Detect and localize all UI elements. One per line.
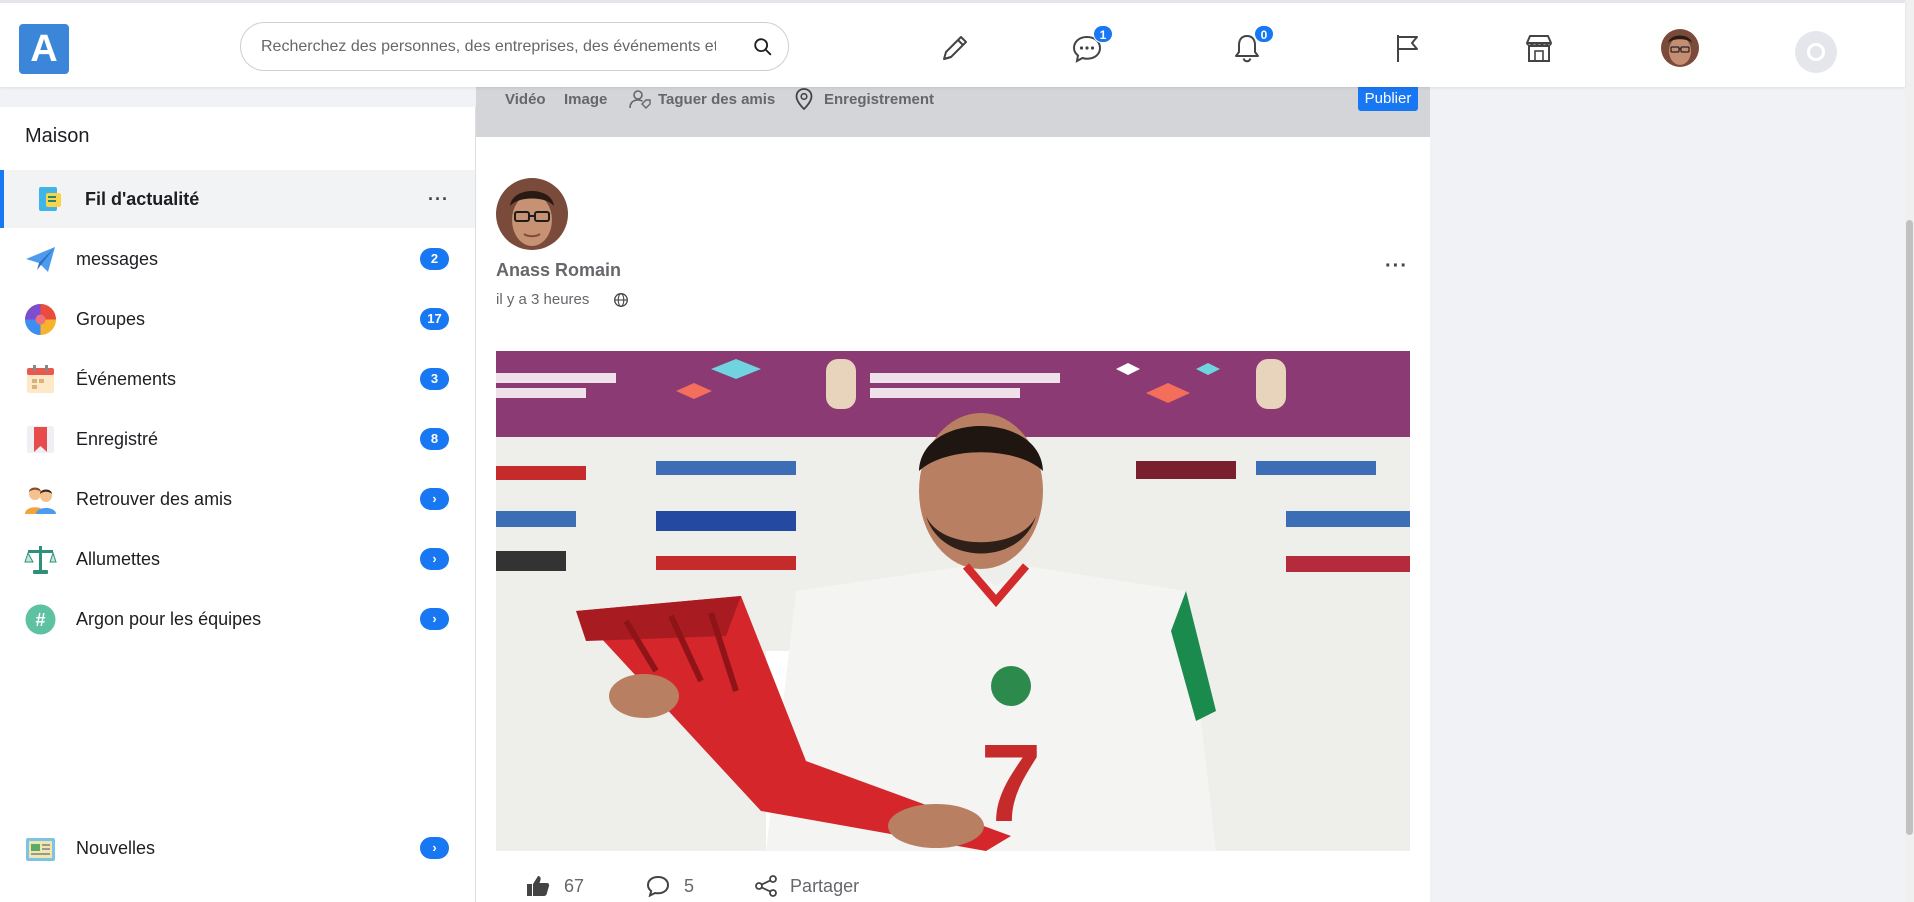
sidebar-title: Maison xyxy=(25,125,90,147)
messages-count-badge: 1 xyxy=(1093,25,1113,43)
groups-icon xyxy=(24,303,57,336)
pencil-icon[interactable] xyxy=(938,31,972,65)
app-logo[interactable]: A xyxy=(19,24,69,74)
search-bar[interactable] xyxy=(240,22,789,71)
comment-icon xyxy=(647,875,670,897)
sidebar-item-label: Retrouver des amis xyxy=(76,488,233,509)
like-button[interactable]: 67 xyxy=(526,875,584,897)
comment-button[interactable]: 5 xyxy=(646,875,694,897)
post-author-name[interactable]: Anass Romain xyxy=(496,260,621,281)
sidebar-item-badge: 17 xyxy=(420,308,449,330)
tag-user-icon xyxy=(629,90,651,109)
scrollbar-thumb[interactable] xyxy=(1906,220,1913,835)
globe-icon xyxy=(614,293,628,307)
page-scrollbar[interactable] xyxy=(1905,0,1914,902)
composer-image-option[interactable]: Image xyxy=(564,88,607,110)
sidebar-item-arrow-badge[interactable]: › xyxy=(420,837,449,859)
sidebar-item-label: Argon pour les équipes xyxy=(76,608,262,629)
sidebar-item-news[interactable]: Nouvelles › xyxy=(0,819,475,877)
comment-count: 5 xyxy=(684,875,695,896)
composer-tag-friends-label: Taguer des amis xyxy=(658,90,776,108)
composer-image-label: Image xyxy=(564,90,608,108)
profile-avatar[interactable] xyxy=(1661,29,1699,67)
sidebar-item-badge: 3 xyxy=(420,368,449,390)
post-author-avatar[interactable] xyxy=(496,178,568,250)
feed-post: Anass Romain il y a 3 heures ··· 7 67 5 … xyxy=(476,137,1430,902)
sidebar-item-badge: 8 xyxy=(420,428,449,450)
publish-button[interactable]: Publier xyxy=(1358,85,1418,111)
sidebar-item-arrow-badge[interactable]: › xyxy=(420,548,449,570)
newspaper-icon xyxy=(24,832,57,865)
post-actions-bar: 67 5 Partager xyxy=(526,875,859,897)
sidebar-item-events[interactable]: Événements 3 xyxy=(0,350,475,408)
sidebar-item-label: Fil d'actualité xyxy=(85,188,200,209)
news-feed-icon xyxy=(32,183,65,216)
sidebar-item-messages[interactable]: messages 2 xyxy=(0,230,475,288)
friends-icon xyxy=(24,483,57,516)
composer-tag-friends-option[interactable]: Taguer des amis xyxy=(628,85,775,113)
sidebar-item-saved[interactable]: Enregistré 8 xyxy=(0,410,475,468)
like-count: 67 xyxy=(564,875,585,896)
sidebar-item-menu-dots[interactable]: ··· xyxy=(428,189,449,210)
bookmark-icon xyxy=(24,423,57,456)
svg-text:#: # xyxy=(35,610,45,630)
post-photo-image: 7 xyxy=(496,351,1410,851)
author-avatar-image xyxy=(496,178,568,250)
share-button[interactable]: Partager xyxy=(754,875,859,897)
search-icon[interactable] xyxy=(752,36,774,58)
user-avatar-image xyxy=(1661,29,1699,67)
sidebar-item-arrow-badge[interactable]: › xyxy=(420,488,449,510)
gear-icon xyxy=(1807,43,1825,61)
sidebar-item-badge: 2 xyxy=(420,248,449,270)
sidebar-item-label: Groupes xyxy=(76,308,146,329)
sidebar-item-teams[interactable]: # Argon pour les équipes › xyxy=(0,590,475,648)
flag-icon[interactable] xyxy=(1390,31,1424,65)
calendar-icon xyxy=(24,363,57,396)
share-label: Partager xyxy=(790,875,860,896)
post-menu-button[interactable]: ··· xyxy=(1385,255,1408,278)
sidebar-item-matches[interactable]: Allumettes › xyxy=(0,530,475,588)
composer-video-label: Vidéo xyxy=(505,90,546,108)
search-input[interactable] xyxy=(261,36,716,58)
sidebar-item-arrow-badge[interactable]: › xyxy=(420,608,449,630)
sidebar-item-label: Allumettes xyxy=(76,548,161,569)
location-pin-icon xyxy=(795,88,813,111)
svg-text:7: 7 xyxy=(980,722,1041,845)
notifications-count-badge: 0 xyxy=(1254,25,1274,43)
matches-icon xyxy=(24,543,57,576)
composer-checkin-option[interactable]: Enregistrement xyxy=(794,85,934,113)
post-timestamp: il y a 3 heures xyxy=(496,291,590,308)
sidebar-item-news-feed[interactable]: Fil d'actualité ··· xyxy=(0,170,475,228)
store-icon[interactable] xyxy=(1522,31,1556,65)
sidebar-item-label: Nouvelles xyxy=(76,837,156,858)
settings-button[interactable] xyxy=(1795,31,1837,73)
sidebar-item-label: messages xyxy=(76,248,159,269)
post-composer-options: Vidéo Image Taguer des amis Enregistreme… xyxy=(476,85,1430,137)
teams-icon: # xyxy=(24,603,57,636)
composer-checkin-label: Enregistrement xyxy=(824,90,935,108)
composer-video-option[interactable]: Vidéo xyxy=(505,88,546,110)
thumbs-up-icon xyxy=(527,876,550,896)
sidebar-item-find-friends[interactable]: Retrouver des amis › xyxy=(0,470,475,528)
sidebar-item-label: Enregistré xyxy=(76,428,159,449)
share-icon xyxy=(755,875,777,897)
top-navbar: A 1 0 xyxy=(0,0,1905,87)
sidebar-item-label: Événements xyxy=(76,368,177,389)
left-sidebar: Maison Fil d'actualité ··· messages 2 Gr… xyxy=(0,107,476,902)
post-photo[interactable]: 7 xyxy=(496,351,1410,851)
sidebar-item-groups[interactable]: Groupes 17 xyxy=(0,290,475,348)
paper-plane-icon xyxy=(24,243,57,276)
